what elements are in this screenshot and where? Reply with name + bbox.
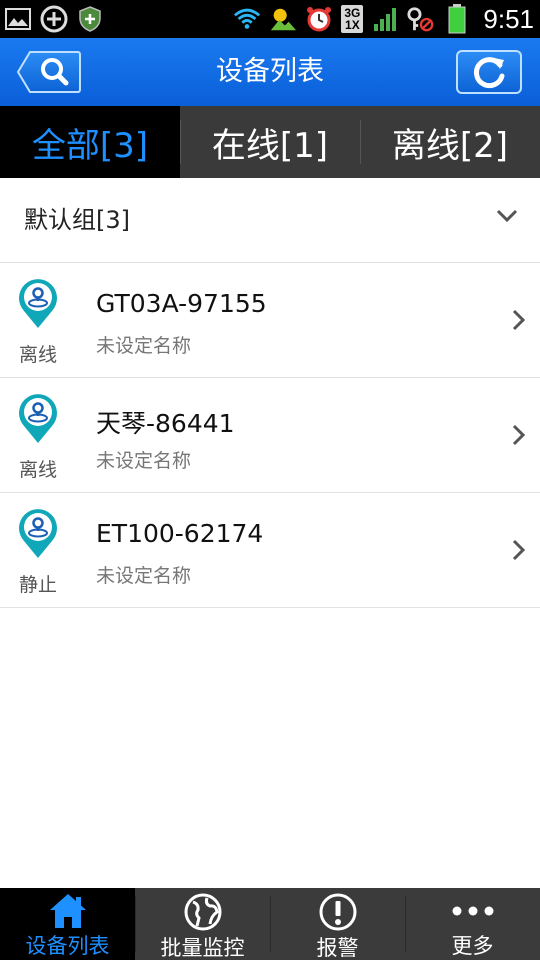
home-icon (48, 892, 88, 930)
location-pin-icon (16, 507, 60, 559)
device-subtitle: 未设定名称 (96, 450, 192, 472)
globe-icon (183, 892, 223, 932)
nav-device-list[interactable]: 设备列表 (0, 888, 135, 960)
status-filter-tabs: 全部[3] 在线[1] 离线[2] (0, 106, 540, 178)
add-circle-icon (40, 5, 68, 33)
chevron-right-icon (512, 424, 526, 450)
alert-icon (318, 892, 358, 932)
nav-alarm[interactable]: 报警 (270, 888, 405, 960)
wifi-icon (233, 5, 261, 33)
list-item[interactable]: 静止 ET100-62174 未设定名称 (0, 493, 540, 608)
status-bar: 3G 1X 9:51 (0, 0, 540, 38)
group-label: 默认组[3] (24, 206, 130, 234)
more-dots-icon (451, 892, 495, 930)
tab-online[interactable]: 在线[1] (180, 106, 360, 178)
refresh-button[interactable] (456, 50, 522, 94)
shield-icon (76, 5, 104, 33)
device-status: 离线 (18, 459, 57, 481)
signal-icon (371, 5, 399, 33)
location-pin-icon (16, 392, 60, 444)
device-status: 静止 (18, 574, 57, 596)
app-header: 设备列表 (0, 38, 540, 106)
device-name: 天琴-86441 (96, 409, 235, 438)
search-button[interactable] (16, 50, 82, 94)
device-subtitle: 未设定名称 (96, 565, 192, 587)
nav-more[interactable]: 更多 (405, 888, 540, 960)
weather-icon (269, 5, 297, 33)
chevron-down-icon (496, 208, 518, 227)
chevron-right-icon (512, 309, 526, 335)
clock-time: 9:51 (483, 3, 534, 34)
tab-offline[interactable]: 离线[2] (360, 106, 540, 178)
network-type-badge: 3G 1X (341, 5, 364, 33)
battery-icon (443, 4, 471, 34)
nav-label: 更多 (451, 934, 494, 958)
device-name: GT03A-97155 (96, 289, 267, 318)
chevron-right-icon (512, 539, 526, 565)
alarm-clock-icon (305, 5, 333, 33)
gallery-icon (4, 5, 32, 33)
refresh-icon (473, 57, 505, 89)
key-blocked-icon (407, 5, 435, 33)
bottom-nav: 设备列表 批量监控 报警 更多 (0, 888, 540, 960)
list-item[interactable]: 离线 天琴-86441 未设定名称 (0, 378, 540, 493)
device-name: ET100-62174 (96, 519, 264, 548)
nav-label: 批量监控 (160, 936, 245, 960)
nav-batch-monitor[interactable]: 批量监控 (135, 888, 270, 960)
nav-label: 报警 (316, 936, 359, 960)
device-list: 离线 GT03A-97155 未设定名称 离线 天琴-86441 未设定名称 静… (0, 263, 540, 608)
device-subtitle: 未设定名称 (96, 335, 192, 357)
device-status: 离线 (18, 344, 57, 366)
nav-label: 设备列表 (25, 934, 110, 958)
list-item[interactable]: 离线 GT03A-97155 未设定名称 (0, 263, 540, 378)
location-pin-icon (16, 277, 60, 329)
group-header[interactable]: 默认组[3] (0, 178, 540, 263)
tab-all[interactable]: 全部[3] (0, 106, 180, 178)
